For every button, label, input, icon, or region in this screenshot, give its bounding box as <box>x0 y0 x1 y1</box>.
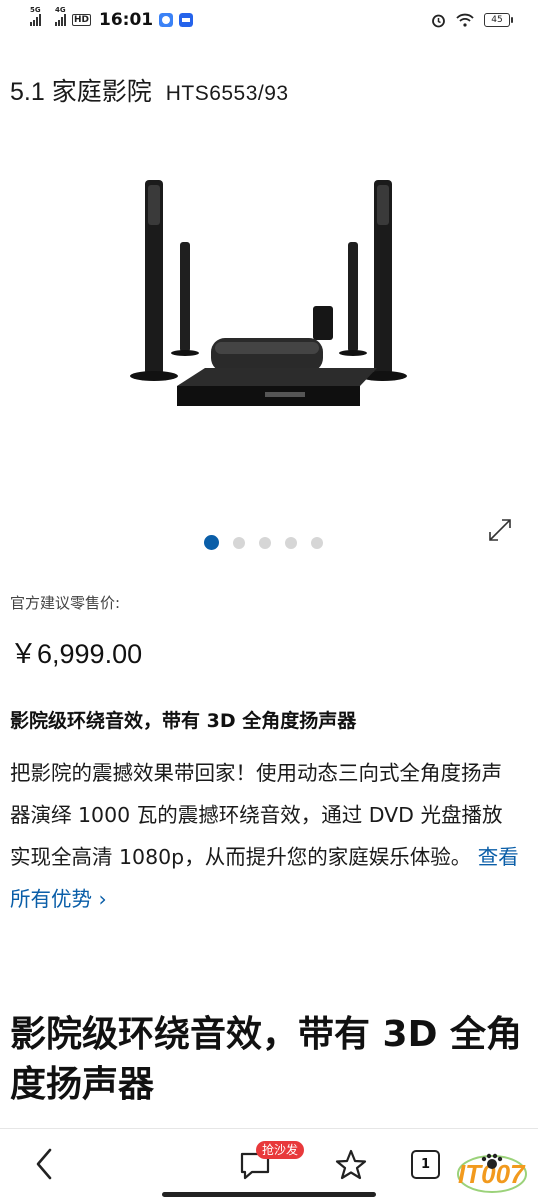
notification-app2-icon <box>179 13 194 27</box>
price-label: 官方建议零售价: <box>10 594 121 612</box>
tabs-icon[interactable]: 1 <box>411 1150 440 1179</box>
feature-description-text: 把影院的震撼效果带回家！使用动态三向式全角度扬声器演绎 1000 瓦的震撼环绕音… <box>10 761 503 869</box>
dvd-player <box>177 368 377 406</box>
tabs-count: 1 <box>420 1157 431 1172</box>
signal-4g-icon: 4G <box>55 6 66 26</box>
center-speaker <box>211 338 323 372</box>
hd-voice-icon: HD <box>72 14 92 26</box>
carousel-dot-1[interactable] <box>204 535 219 550</box>
wifi-icon <box>456 13 474 27</box>
status-time: 16:01 <box>99 10 154 30</box>
carousel-dots <box>204 535 323 550</box>
price-value: ￥6,999.00 <box>10 639 143 669</box>
home-indicator[interactable] <box>162 1192 376 1197</box>
battery-icon: 45 <box>484 13 513 27</box>
status-bar: 5G 4G HD 16:01 45 <box>0 0 538 40</box>
product-name: 5.1 家庭影院 <box>10 78 152 106</box>
notification-app-icon <box>159 13 174 27</box>
back-icon[interactable] <box>30 1146 60 1182</box>
speaker-right-tall <box>359 180 407 381</box>
signal-5g-icon: 5G <box>30 6 41 26</box>
carousel-dot-4[interactable] <box>285 536 297 549</box>
it007-watermark-logo: IT007 <box>457 1153 527 1193</box>
speaker-left-tall <box>130 180 178 381</box>
carousel-dot-5[interactable] <box>311 536 323 549</box>
product-title: 5.1 家庭影院 HTS6553/93 <box>10 72 289 108</box>
carousel-dot-2[interactable] <box>233 536 245 549</box>
speaker-left-short <box>171 242 199 356</box>
signal-5g-label: 5G <box>30 6 41 14</box>
speaker-right-short <box>339 242 367 356</box>
signal-4g-label: 4G <box>55 6 66 14</box>
rear-speaker <box>313 306 333 340</box>
alarm-icon <box>432 14 445 27</box>
product-image[interactable] <box>115 160 425 420</box>
comment-badge[interactable]: 抢沙发 <box>256 1141 305 1159</box>
expand-icon[interactable] <box>486 516 514 544</box>
product-model: HTS6553/93 <box>165 82 289 105</box>
feature-heading: 影院级环绕音效，带有 3D 全角度扬声器 <box>10 710 357 732</box>
section-heading: 影院级环绕音效，带有 3D 全角度扬声器 <box>10 1014 522 1105</box>
battery-level: 45 <box>491 15 503 25</box>
star-icon[interactable] <box>334 1148 368 1182</box>
carousel-dot-3[interactable] <box>259 536 271 549</box>
feature-description: 把影院的震撼效果带回家！使用动态三向式全角度扬声器演绎 1000 瓦的震撼环绕音… <box>10 752 520 920</box>
